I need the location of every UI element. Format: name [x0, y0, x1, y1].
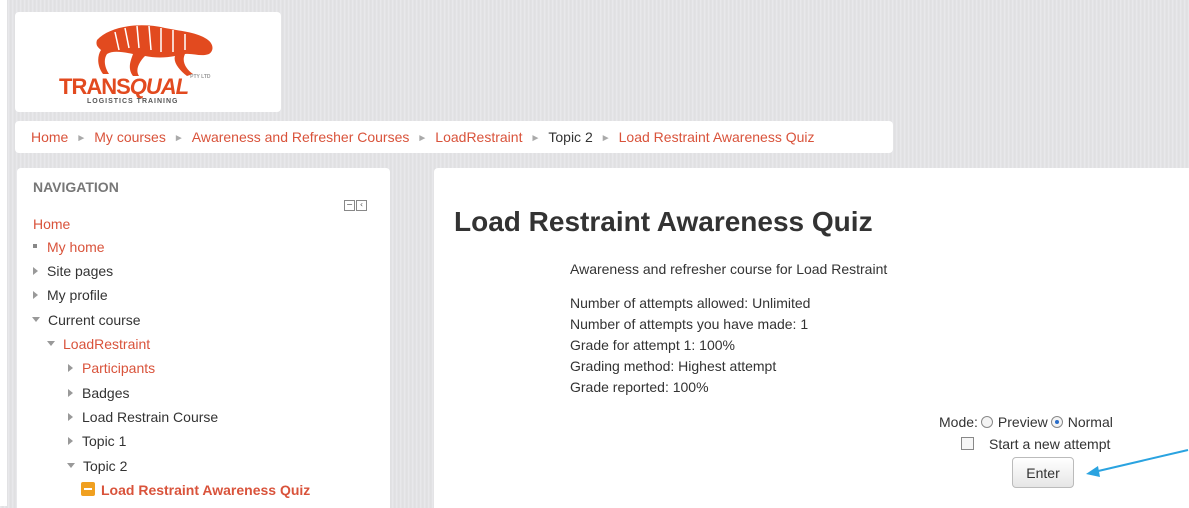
nav-item-load-restrain-course[interactable]: Load Restrain Course: [68, 408, 218, 426]
nav-item-label: Topic 1: [82, 433, 127, 449]
quiz-intro: Awareness and refresher course for Load …: [570, 261, 888, 277]
nav-item-label: Badges: [82, 385, 130, 401]
mode-preview-radio[interactable]: [980, 416, 993, 428]
breadcrumb-separator-icon: ►: [417, 133, 428, 144]
collapse-arrow-icon: [67, 463, 75, 468]
quiz-icon: [81, 482, 95, 496]
brand-wordmark: TRANSQUAL PTY LTD: [59, 74, 210, 100]
brand-tagline: LOGISTICS TRAINING: [87, 98, 179, 105]
nav-item-site-pages[interactable]: Site pages: [33, 262, 113, 280]
page-left-edge: [0, 0, 7, 506]
expand-arrow-icon: [68, 364, 73, 372]
new-attempt-checkbox[interactable]: [961, 437, 974, 450]
nav-item-topic-2[interactable]: Topic 2: [67, 457, 127, 475]
attempt-grade: Grade for attempt 1: 100%: [570, 337, 735, 353]
breadcrumb: Home ► My courses ► Awareness and Refresher …: [15, 121, 893, 153]
nav-item-participants[interactable]: Participants: [68, 359, 155, 377]
mode-normal-label[interactable]: Normal: [1068, 414, 1113, 430]
nav-item-badges[interactable]: Badges: [68, 384, 129, 402]
collapse-arrow-icon: [47, 341, 55, 346]
breadcrumb-separator-icon: ►: [600, 133, 611, 144]
expand-arrow-icon: [68, 389, 73, 397]
annotation-arrow-icon: [1086, 449, 1189, 477]
nav-item-my-home[interactable]: My home: [33, 238, 105, 256]
nav-item-topic-1[interactable]: Topic 1: [68, 432, 126, 450]
breadcrumb-loadrestraint[interactable]: LoadRestraint: [435, 129, 522, 145]
nav-item-home[interactable]: Home: [33, 215, 70, 233]
attempts-allowed: Number of attempts allowed: Unlimited: [570, 295, 811, 311]
breadcrumb-topic-2: Topic 2: [548, 129, 593, 145]
expand-arrow-icon: [68, 413, 73, 421]
attempts-made: Number of attempts you have made: 1: [570, 316, 809, 332]
main-content: Load Restraint Awareness Quiz Awareness …: [434, 168, 1189, 508]
block-controls: − ‹: [344, 194, 368, 212]
nav-item-label: My profile: [47, 287, 108, 303]
bullet-icon: [33, 244, 37, 248]
page-title: Load Restraint Awareness Quiz: [454, 206, 873, 237]
collapse-block-icon[interactable]: −: [344, 200, 355, 211]
nav-item-label: Load Restraint Awareness Quiz: [101, 482, 311, 498]
brand-part2: QUAL: [129, 74, 189, 99]
nav-item-label: Home: [33, 216, 71, 232]
nav-item-label: Site pages: [47, 263, 114, 279]
navigation-title: NAVIGATION: [33, 179, 119, 195]
nav-item-current-course[interactable]: Current course: [32, 311, 141, 329]
nav-item-label: LoadRestraint: [63, 336, 151, 352]
brand-suffix: PTY LTD: [190, 74, 211, 80]
mode-preview-label[interactable]: Preview: [998, 414, 1048, 430]
enter-button[interactable]: Enter: [1012, 457, 1074, 488]
breadcrumb-home[interactable]: Home: [31, 129, 68, 145]
brand-part1: TRANS: [59, 74, 131, 99]
breadcrumb-my-courses[interactable]: My courses: [94, 129, 166, 145]
nav-item-loadrestraint[interactable]: LoadRestraint: [47, 335, 150, 353]
expand-arrow-icon: [33, 291, 38, 299]
navigation-block: NAVIGATION − ‹ Home My home Site pages My…: [17, 168, 390, 508]
nav-item-label: Current course: [48, 312, 141, 328]
nav-item-label: Topic 2: [83, 458, 128, 474]
expand-arrow-icon: [68, 437, 73, 445]
breadcrumb-separator-icon: ►: [530, 133, 541, 144]
collapse-arrow-icon: [32, 317, 40, 322]
nav-item-my-profile[interactable]: My profile: [33, 286, 108, 304]
mode-selector: Mode: Preview Normal: [939, 414, 1113, 430]
mode-normal-radio[interactable]: [1050, 416, 1063, 428]
grade-reported: Grade reported: 100%: [570, 379, 709, 395]
dock-block-icon[interactable]: ‹: [356, 200, 367, 211]
nav-item-label: Load Restrain Course: [82, 409, 219, 425]
mode-label: Mode:: [939, 414, 978, 430]
site-logo[interactable]: TRANSQUAL PTY LTD LOGISTICS TRAINING: [15, 12, 281, 112]
expand-arrow-icon: [33, 267, 38, 275]
nav-item-label: Participants: [82, 360, 156, 376]
breadcrumb-separator-icon: ►: [173, 133, 184, 144]
breadcrumb-awareness-courses[interactable]: Awareness and Refresher Courses: [192, 129, 410, 145]
grading-method: Grading method: Highest attempt: [570, 358, 777, 374]
quiz-info: Number of attempts allowed: Unlimited Nu…: [570, 293, 810, 398]
nav-item-quiz[interactable]: Load Restraint Awareness Quiz: [81, 481, 310, 499]
nav-item-label: My home: [47, 239, 105, 255]
breadcrumb-separator-icon: ►: [76, 133, 87, 144]
breadcrumb-quiz[interactable]: Load Restraint Awareness Quiz: [619, 129, 815, 145]
